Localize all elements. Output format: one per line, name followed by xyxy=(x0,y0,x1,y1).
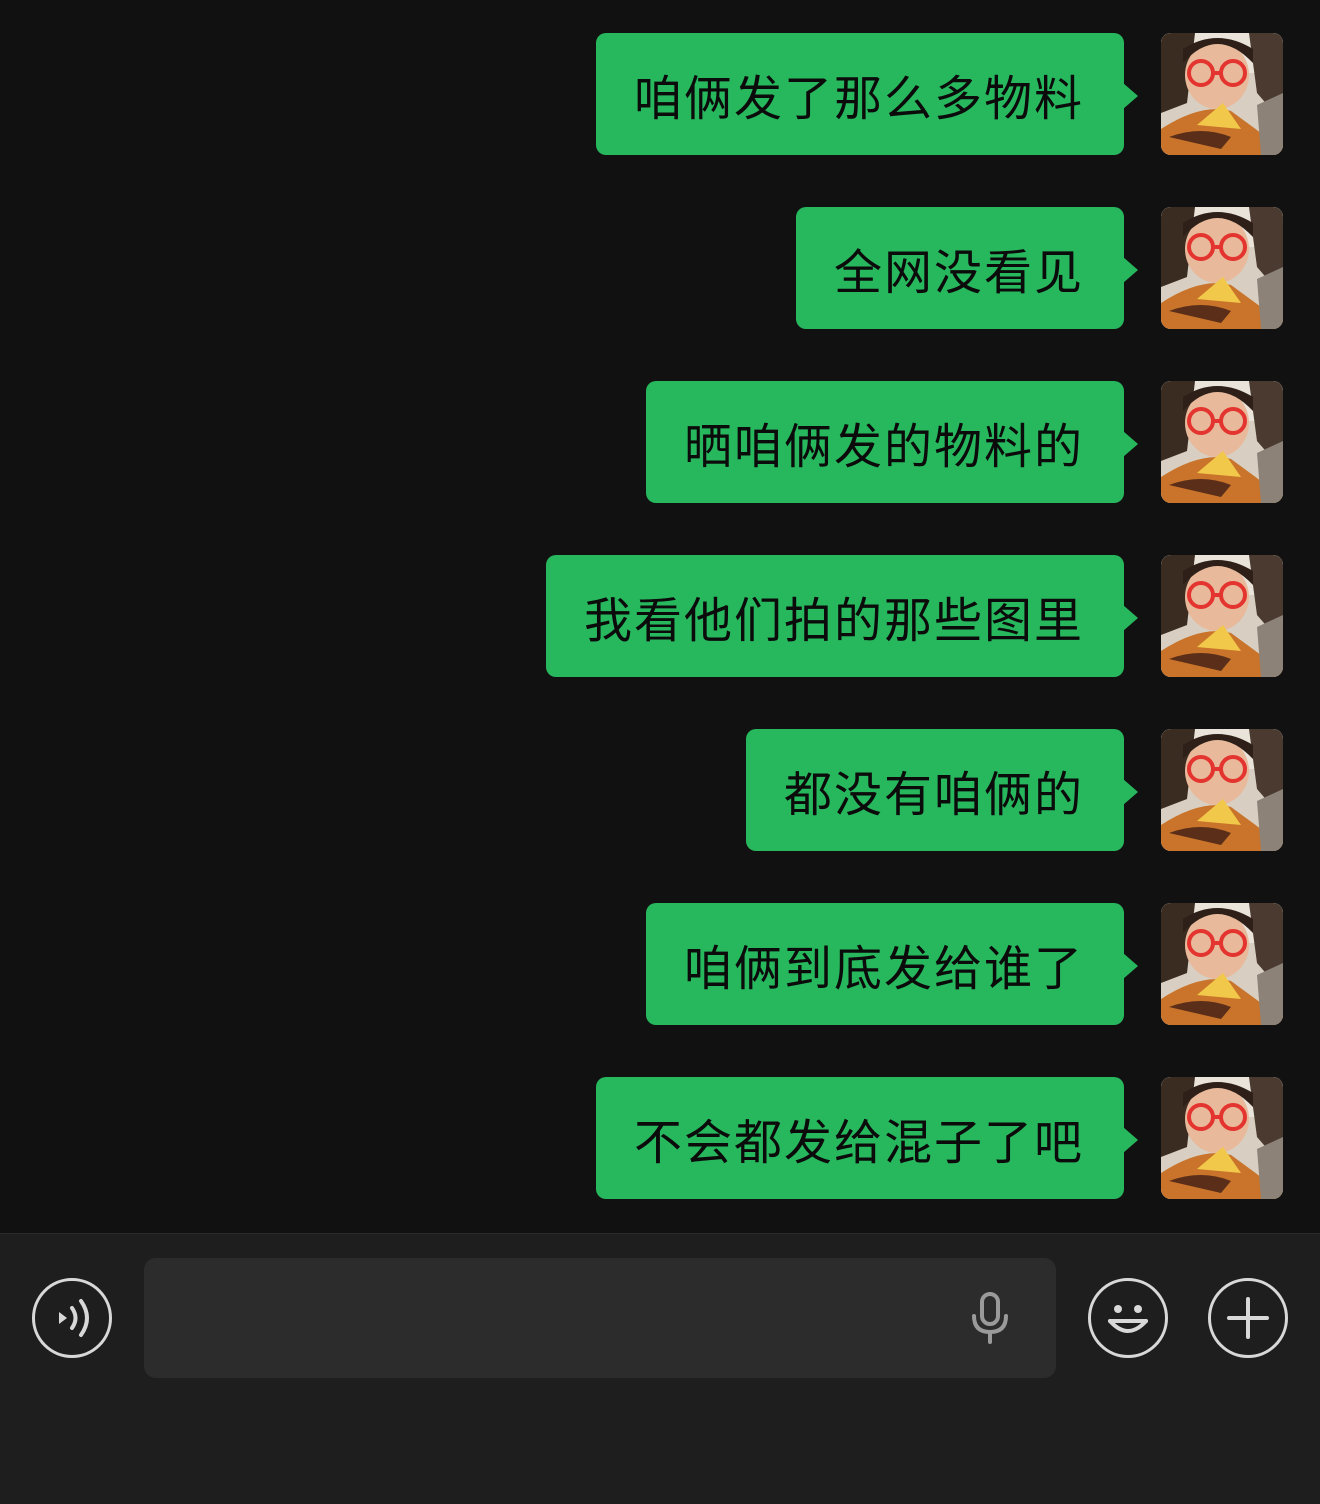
bubble-tail xyxy=(1123,605,1138,631)
avatar[interactable] xyxy=(1161,207,1283,329)
message-bubble[interactable]: 咱俩到底发给谁了 xyxy=(645,903,1124,1025)
bubble-tail xyxy=(1123,1127,1138,1153)
avatar[interactable] xyxy=(1161,1077,1283,1199)
message-row: 不会都发给混子了吧 xyxy=(0,1077,1320,1199)
input-bar xyxy=(0,1233,1320,1504)
message-row: 晒咱俩发的物料的 xyxy=(0,381,1320,503)
message-input[interactable] xyxy=(144,1258,1056,1378)
message-bubble[interactable]: 不会都发给混子了吧 xyxy=(595,1077,1124,1199)
message-row: 咱俩发了那么多物料 xyxy=(0,33,1320,155)
message-bubble[interactable]: 我看他们拍的那些图里 xyxy=(545,555,1124,677)
more-button[interactable] xyxy=(1208,1278,1288,1358)
message-bubble[interactable]: 晒咱俩发的物料的 xyxy=(645,381,1124,503)
bubble-tail xyxy=(1123,779,1138,805)
plus-icon xyxy=(1227,1297,1269,1339)
message-row: 咱俩到底发给谁了 xyxy=(0,903,1320,1025)
avatar[interactable] xyxy=(1161,903,1283,1025)
microphone-icon[interactable] xyxy=(960,1288,1020,1348)
bubble-tail xyxy=(1123,257,1138,283)
bubble-tail xyxy=(1123,83,1138,109)
chat-area: 咱俩发了那么多物料 全网没看见 晒咱俩发的物料的 我看他们拍的那些图里 都没有咱… xyxy=(0,0,1320,1233)
avatar[interactable] xyxy=(1161,33,1283,155)
message-row: 都没有咱俩的 xyxy=(0,729,1320,851)
message-bubble[interactable]: 咱俩发了那么多物料 xyxy=(595,33,1124,155)
avatar[interactable] xyxy=(1161,555,1283,677)
avatar[interactable] xyxy=(1161,729,1283,851)
emoji-icon xyxy=(1108,1305,1148,1333)
bubble-tail xyxy=(1123,953,1138,979)
message-row: 我看他们拍的那些图里 xyxy=(0,555,1320,677)
message-bubble[interactable]: 全网没看见 xyxy=(795,207,1124,329)
voice-button[interactable] xyxy=(32,1278,112,1358)
message-bubble[interactable]: 都没有咱俩的 xyxy=(745,729,1124,851)
avatar[interactable] xyxy=(1161,381,1283,503)
message-row: 全网没看见 xyxy=(0,207,1320,329)
voice-icon xyxy=(59,1299,89,1337)
emoji-button[interactable] xyxy=(1088,1278,1168,1358)
bubble-tail xyxy=(1123,431,1138,457)
